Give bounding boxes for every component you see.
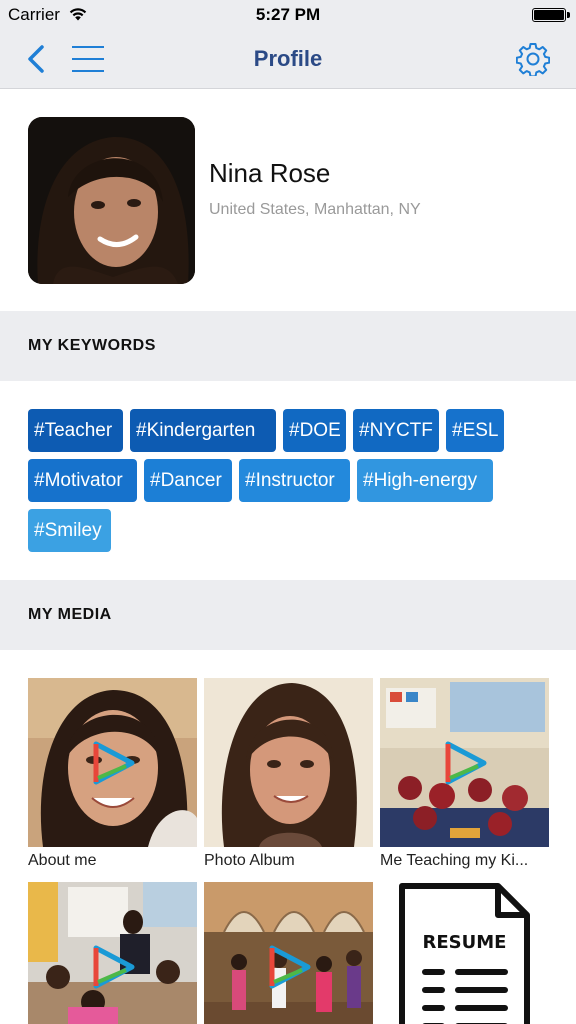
keyword-tag-nyctf[interactable]: #NYCTF (353, 409, 439, 452)
media-caption: Me Teaching my Ki... (380, 852, 529, 869)
keyword-tag-smiley[interactable]: #Smiley (28, 509, 111, 552)
play-icon (93, 741, 135, 785)
media-item-about-me[interactable]: About me (28, 678, 197, 869)
keywords-section-header: MY KEYWORDS (0, 311, 576, 381)
play-icon (93, 945, 135, 989)
media-item-classroom[interactable] (28, 882, 197, 1024)
media-section-title: MY MEDIA (28, 606, 112, 623)
play-icon (269, 945, 311, 989)
media-item-me-teaching[interactable]: Me Teaching my Ki... (380, 678, 549, 869)
media-section-header: MY MEDIA (0, 580, 576, 650)
keyword-tag-teacher[interactable]: #Teacher (28, 409, 123, 452)
media-caption: About me (28, 852, 97, 869)
profile-location: United States, Manhattan, NY (209, 201, 421, 218)
status-bar: Carrier 5:27 PM (0, 0, 576, 30)
media-item-resume[interactable]: RESUME (380, 882, 549, 1024)
keyword-tag-instructor[interactable]: #Instructor (239, 459, 350, 502)
profile-name: Nina Rose (209, 158, 331, 188)
media-thumbnail (204, 882, 373, 1024)
media-thumbnail (28, 882, 197, 1024)
keyword-tag-high-energy[interactable]: #High-energy (357, 459, 493, 502)
media-thumbnail (204, 678, 373, 847)
keyword-tag-motivator[interactable]: #Motivator (28, 459, 137, 502)
media-item-dance[interactable] (204, 882, 373, 1024)
battery-icon (532, 8, 570, 22)
play-icon (445, 741, 487, 785)
media-grid: About me Photo Album Me Teaching my Ki..… (0, 650, 576, 1024)
keyword-tag-dancer[interactable]: #Dancer (144, 459, 232, 502)
clock: 5:27 PM (255, 5, 321, 24)
media-thumbnail (28, 678, 197, 847)
page-title: Profile (253, 46, 323, 71)
media-caption: Photo Album (204, 852, 295, 869)
resume-document-icon: RESUME (380, 882, 549, 1024)
navigation-bar: Profile (0, 30, 576, 89)
avatar[interactable] (28, 117, 195, 284)
keyword-tag-kindergarten[interactable]: #Kindergarten (130, 409, 276, 452)
media-item-photo-album[interactable]: Photo Album (204, 678, 373, 869)
keywords-section-title: MY KEYWORDS (28, 337, 156, 354)
resume-label: RESUME (422, 932, 507, 953)
keyword-tag-esl[interactable]: #ESL (446, 409, 504, 452)
gear-icon[interactable] (516, 42, 550, 76)
keyword-tag-doe[interactable]: #DOE (283, 409, 346, 452)
keyword-list: #Teacher #Kindergarten #DOE #NYCTF #ESL … (0, 381, 576, 580)
profile-card: Nina Rose United States, Manhattan, NY (0, 90, 576, 311)
media-thumbnail (380, 678, 549, 847)
